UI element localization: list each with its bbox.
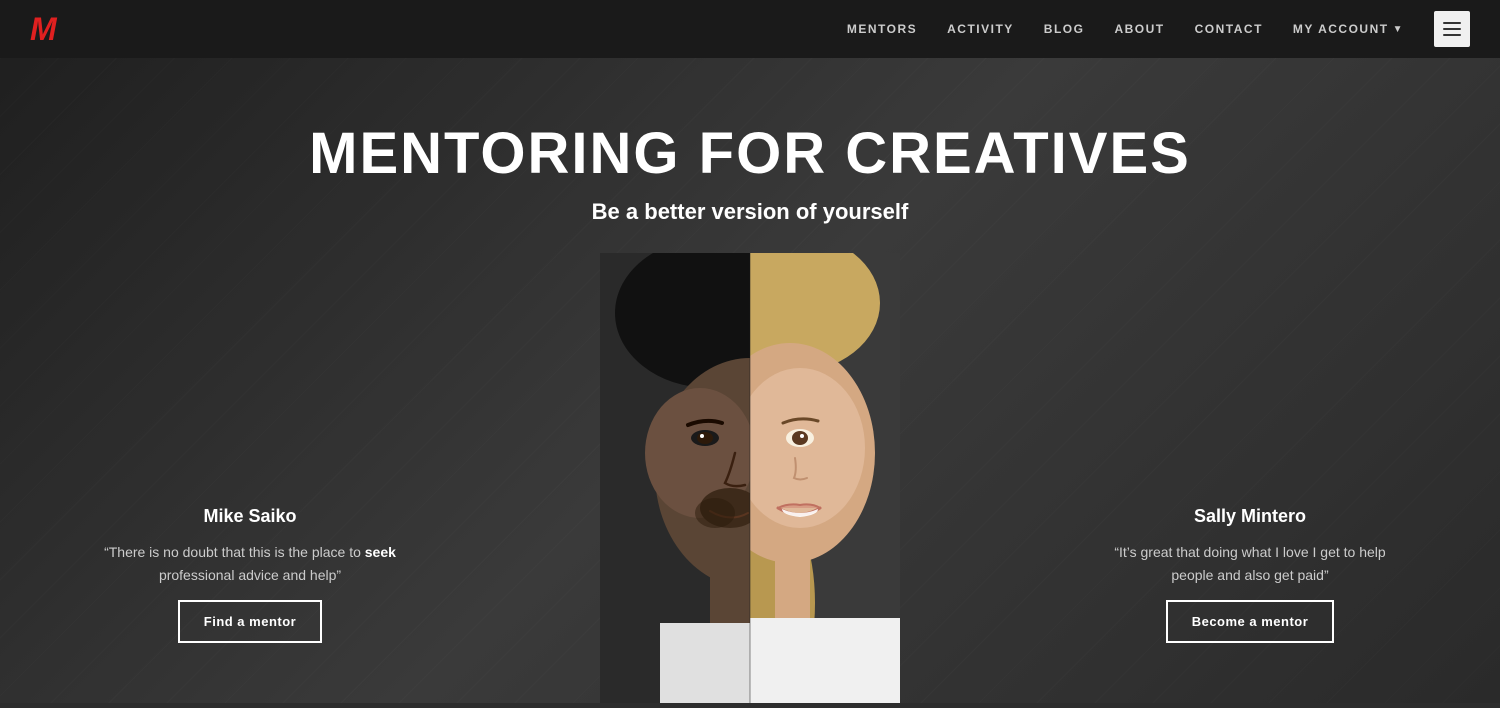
become-mentor-button[interactable]: Become a mentor bbox=[1166, 600, 1335, 643]
hero-title: MENTORING FOR CREATIVES bbox=[309, 120, 1191, 187]
right-panel-name: Sally Mintero bbox=[1194, 506, 1306, 527]
nav-item-my-account[interactable]: MY ACCOUNT ▼ bbox=[1293, 22, 1404, 36]
hamburger-menu-button[interactable] bbox=[1434, 11, 1470, 47]
left-panel-quote: “There is no doubt that this is the plac… bbox=[100, 541, 400, 586]
content-panels: Mike Saiko “There is no doubt that this … bbox=[0, 506, 1500, 643]
left-panel: Mike Saiko “There is no doubt that this … bbox=[80, 506, 420, 643]
right-panel: Sally Mintero “It’s great that doing wha… bbox=[1080, 506, 1420, 643]
logo[interactable]: M bbox=[30, 11, 56, 48]
nav-item-activity[interactable]: ACTIVITY bbox=[947, 22, 1014, 36]
nav-item-about[interactable]: ABOUT bbox=[1114, 22, 1164, 36]
right-panel-quote: “It’s great that doing what I love I get… bbox=[1100, 541, 1400, 586]
main-nav: MENTORS ACTIVITY BLOG ABOUT CONTACT MY A… bbox=[847, 11, 1470, 47]
nav-item-mentors[interactable]: MENTORS bbox=[847, 22, 917, 36]
chevron-down-icon: ▼ bbox=[1393, 24, 1404, 35]
left-panel-name: Mike Saiko bbox=[203, 506, 296, 527]
hero-subtitle: Be a better version of yourself bbox=[592, 199, 909, 225]
header: M MENTORS ACTIVITY BLOG ABOUT CONTACT MY… bbox=[0, 0, 1500, 58]
nav-item-contact[interactable]: CONTACT bbox=[1195, 22, 1263, 36]
hamburger-icon bbox=[1443, 22, 1461, 36]
find-mentor-button[interactable]: Find a mentor bbox=[178, 600, 322, 643]
nav-item-blog[interactable]: BLOG bbox=[1044, 22, 1085, 36]
hero-section: MENTORING FOR CREATIVES Be a better vers… bbox=[0, 0, 1500, 703]
